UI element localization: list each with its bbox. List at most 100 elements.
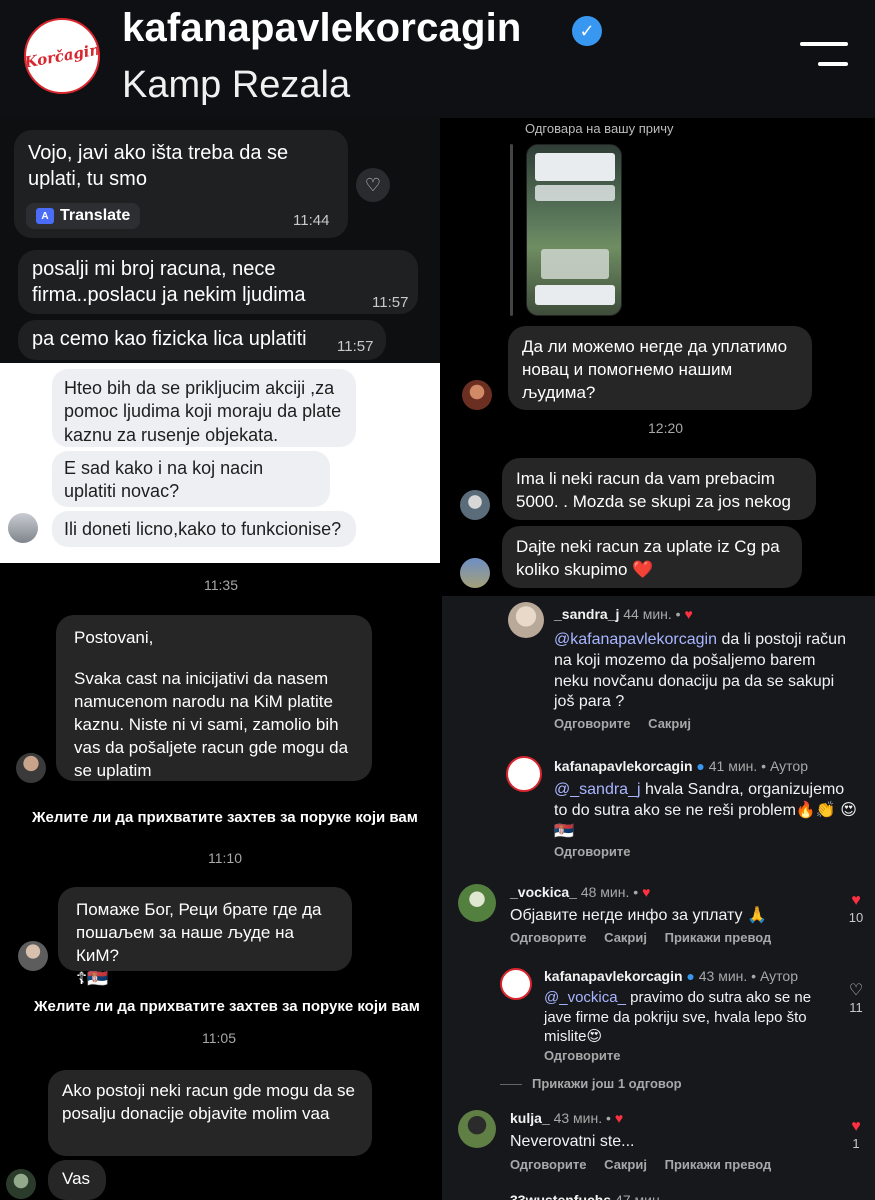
comment-username[interactable]: 33wustenfuchs 47 мин. [510, 1192, 664, 1200]
comment-actions: Одговорите Сакриј Прикажи превод [510, 930, 785, 945]
translate-link[interactable]: Прикажи превод [665, 1157, 772, 1172]
comment-actions: Одговорите [544, 1048, 635, 1063]
avatar [460, 558, 490, 588]
comment-username[interactable]: _sandra_j 44 мин. • ♥ [554, 606, 693, 622]
menu-icon[interactable] [800, 42, 848, 70]
hide-button[interactable]: Сакриј [648, 716, 691, 731]
message-text: E sad kako i na koj nacin uplatiti novac… [64, 458, 264, 502]
heart-icon: ♥ [642, 884, 651, 900]
comments-section: _sandra_j 44 мин. • ♥ @kafanapavlekorcag… [442, 596, 875, 1200]
story-reply-label: Одговара на вашу причу [525, 121, 674, 136]
like-count: 1 [852, 1136, 860, 1151]
message-bubble: Hteo bih da se prikljucim akciji ,za pom… [52, 369, 356, 447]
comment-username[interactable]: kafanapavlekorcagin ● 43 мин. • Аутор [544, 968, 798, 984]
avatar[interactable] [458, 884, 496, 922]
message-text: uplati, tu smo [28, 168, 147, 190]
reply-button[interactable]: Одговорите [510, 930, 587, 945]
heart-icon: ♥ [614, 1110, 624, 1126]
timestamp: 11:10 [208, 850, 242, 866]
hide-button[interactable]: Сакриј [604, 1157, 647, 1172]
like-count: 10 [848, 910, 864, 925]
message-text: Ili doneti licno,kako to funkcionise? [64, 519, 342, 539]
message-bubble: Ima li neki racun da vam prebacim 5000. … [502, 458, 816, 520]
like-button[interactable]: ♥ 10 [844, 892, 868, 925]
message-text: pa cemo kao fizicka lica uplatiti [32, 328, 307, 350]
avatar[interactable] [458, 1110, 496, 1148]
like-button[interactable]: ♡ 11 [844, 980, 868, 1015]
avatar [18, 941, 48, 971]
mention-link[interactable]: @kafanapavlekorcagin [554, 631, 717, 648]
message-request-prompt[interactable]: Желите ли да прихватите захтев за поруке… [32, 809, 418, 826]
reply-divider [510, 144, 513, 316]
timestamp: 11:35 [204, 577, 238, 593]
heart-icon: ♡ [848, 982, 864, 999]
heart-icon: ♥ [851, 1118, 861, 1135]
comment-text: @_sandra_j hvala Sandra, organizujemo to… [554, 781, 857, 840]
avatar [8, 513, 38, 543]
comment-username[interactable]: _vockica_ 48 мин. • ♥ [510, 884, 650, 900]
translate-link[interactable]: Прикажи превод [665, 930, 772, 945]
mention-link[interactable]: @_vockica_ [544, 989, 626, 1006]
message-bubble: Ako postoji neki racun gde mogu da se po… [48, 1070, 372, 1156]
avatar[interactable] [508, 602, 544, 638]
story-thumbnail[interactable] [526, 144, 622, 316]
timestamp: 12:20 [648, 420, 684, 436]
view-more-replies[interactable]: Прикажи још 1 одговор [500, 1076, 682, 1091]
comment-text: Neverovatni ste... [510, 1133, 635, 1150]
message-request-prompt[interactable]: Желите ли да прихватите захтев за поруке… [34, 998, 420, 1015]
message-bubble: posalji mi broj racuna, nece firma..posl… [18, 250, 418, 314]
message-text: Ima li neki racun da vam prebacim 5000. … [516, 469, 791, 511]
verified-badge-icon: ● [696, 758, 705, 774]
profile-header: Korčagin kafanapavlekorcagin ✓ Kamp Reza… [0, 0, 875, 118]
message-text: Vas [62, 1169, 91, 1188]
message-text: Помаже Бог, Реци брате где да пошаљем за… [76, 900, 322, 965]
message-bubble: Postovani, Svaka cast na inicijativi da … [56, 615, 372, 781]
comment-actions: Одговорите Сакриј Прикажи превод [510, 1157, 785, 1172]
mention-link[interactable]: @_sandra_j [554, 781, 641, 798]
message-time: 11:57 [337, 338, 374, 355]
profile-avatar[interactable]: Korčagin [24, 18, 100, 94]
avatar[interactable] [506, 756, 542, 792]
avatar [462, 380, 492, 410]
hide-button[interactable]: Сакриј [604, 930, 647, 945]
logo-text: Korčagin [24, 40, 100, 72]
comment-text: @kafanapavlekorcagin da li postoji račun… [554, 631, 846, 711]
message-bubble: Vas [48, 1160, 106, 1200]
message-text: Hteo bih da se prikljucim akciji ,za pom… [64, 378, 342, 445]
message-text: posalji mi broj racuna, nece [32, 258, 276, 280]
comment-text: @_vockica_ pravimo do sutra ako se ne ja… [544, 989, 812, 1045]
reply-button[interactable]: Одговорите [544, 1048, 621, 1063]
translate-icon: A [36, 208, 54, 224]
avatar [460, 490, 490, 520]
reply-button[interactable]: Одговорите [554, 844, 631, 859]
verified-badge-icon: ✓ [572, 16, 602, 46]
avatar [16, 753, 46, 783]
message-text: Ako postoji neki racun gde mogu da se po… [62, 1081, 355, 1123]
like-button[interactable]: ♥ 1 [844, 1118, 868, 1151]
comment-actions: Одговорите Сакриј [554, 716, 705, 731]
reply-button[interactable]: Одговорите [510, 1157, 587, 1172]
avatar [6, 1169, 36, 1199]
message-bubble: Помаже Бог, Реци брате где да пошаљем за… [58, 887, 352, 988]
reply-button[interactable]: Одговорите [554, 716, 631, 731]
message-text: firma..poslacu ja nekim ljudima [32, 284, 306, 306]
avatar[interactable] [500, 968, 532, 1000]
comment-username[interactable]: kafanapavlekorcagin ● 41 мин. • Аутор [554, 758, 808, 774]
message-bubble: Dajte neki racun za uplate iz Cg pa koli… [502, 526, 802, 588]
comment-actions: Одговорите [554, 844, 645, 859]
message-bubble: Да ли можемо негде да уплатимо новац и п… [508, 326, 812, 410]
verified-badge-icon: ● [686, 968, 695, 984]
comment-username[interactable]: kulja_ 43 мин. • ♥ [510, 1110, 623, 1126]
message-bubble: E sad kako i na koj nacin uplatiti novac… [52, 451, 330, 507]
message-bubble: Ili doneti licno,kako to funkcionise? [52, 511, 356, 547]
comment-text: Објавите негде инфо за уплату 🙏 [510, 907, 767, 924]
translate-button[interactable]: A Translate [26, 203, 141, 229]
chat-screenshot-4: Одговара на вашу причу Да ли можемо негд… [442, 118, 875, 596]
heart-icon: ♥ [684, 606, 693, 622]
chat-screenshot-2: Hteo bih da se prikljucim akciji ,za pom… [0, 363, 440, 563]
account-name[interactable]: kafanapavlekorcagin [122, 6, 522, 51]
chat-screenshot-3: 11:35 Postovani, Svaka cast na inicijati… [0, 563, 440, 1200]
message-text: Svaka cast na inicijativi da nasem namuc… [74, 668, 349, 780]
heart-icon[interactable]: ♡ [356, 168, 390, 202]
message-text: Dajte neki racun za uplate iz Cg pa koli… [516, 537, 780, 579]
